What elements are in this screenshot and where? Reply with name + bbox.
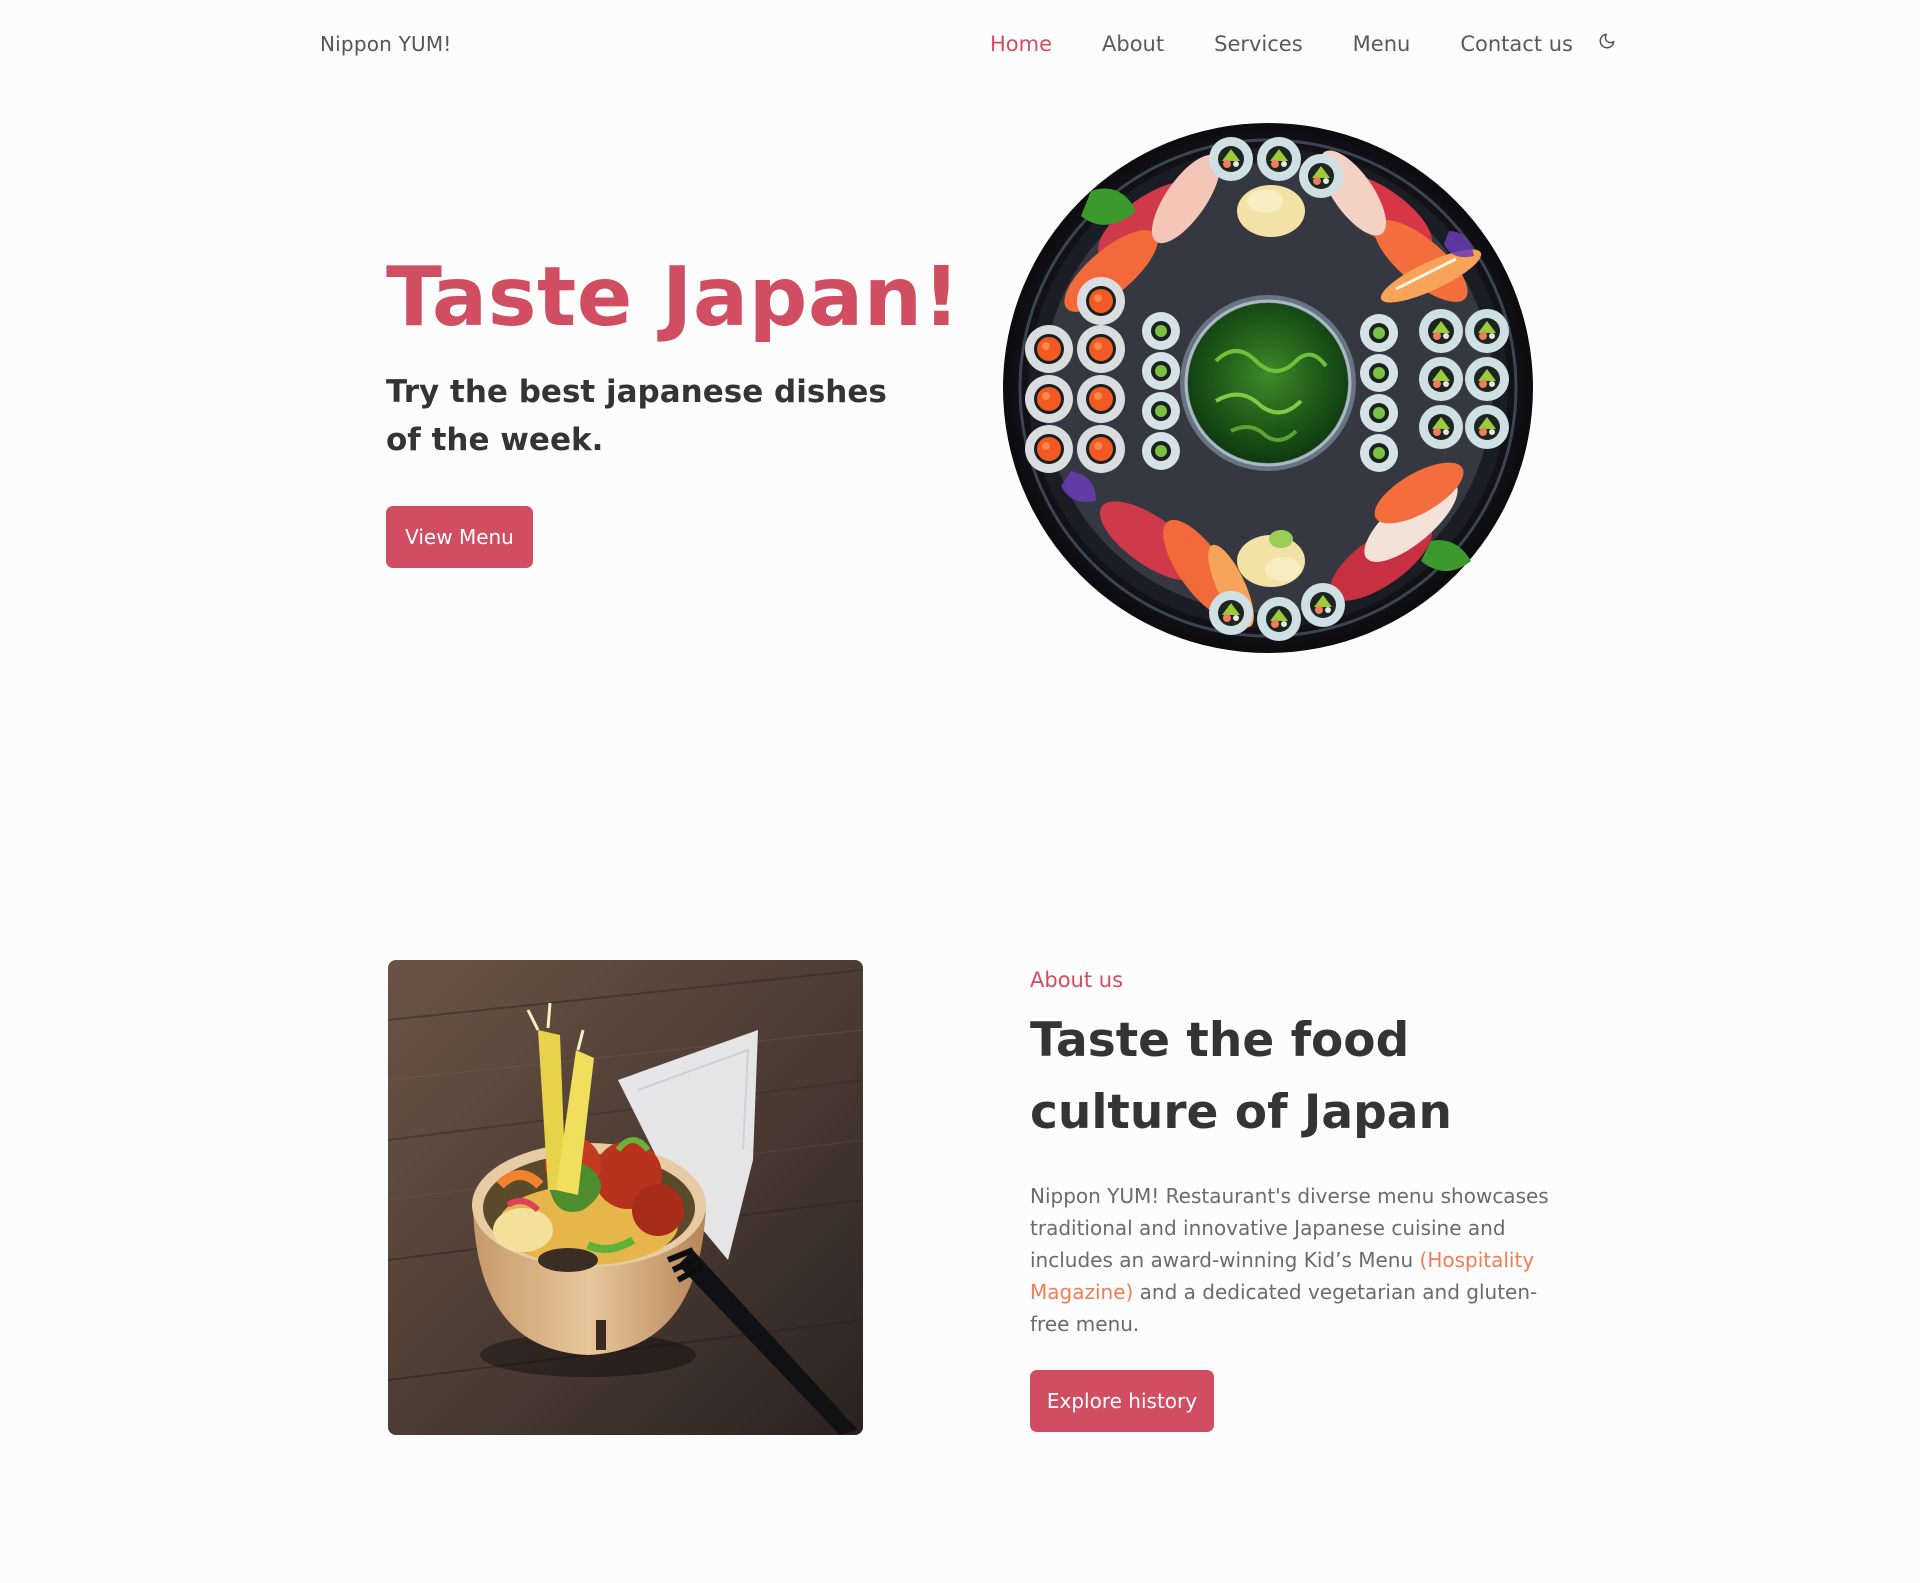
nav-contact-link[interactable]: Contact us xyxy=(1460,32,1573,56)
about-description: Nippon YUM! Restaurant's diverse menu sh… xyxy=(1030,1180,1570,1340)
view-menu-button[interactable]: View Menu xyxy=(386,506,533,568)
about-eyebrow: About us xyxy=(1030,968,1124,992)
hero-title: Taste Japan! xyxy=(386,250,961,345)
nav-about-link[interactable]: About xyxy=(1102,32,1164,56)
sushi-platter-image xyxy=(1001,121,1535,655)
moon-icon xyxy=(1599,33,1615,49)
theme-toggle-button[interactable] xyxy=(1595,29,1619,53)
explore-history-button[interactable]: Explore history xyxy=(1030,1370,1214,1432)
nav-services-link[interactable]: Services xyxy=(1214,32,1303,56)
nav-menu-link[interactable]: Menu xyxy=(1353,32,1411,56)
site-header: Nippon YUM! Home About Services Menu Con… xyxy=(0,0,1920,90)
nav-home-link[interactable]: Home xyxy=(990,32,1052,56)
brand-logo-text[interactable]: Nippon YUM! xyxy=(320,32,452,56)
main-nav: Home About Services Menu Contact us xyxy=(990,32,1619,56)
about-title: Taste the food culture of Japan xyxy=(1030,1013,1452,1140)
hero-subtitle: Try the best japanese dishes of the week… xyxy=(386,374,887,458)
bento-bowl-image xyxy=(388,960,863,1435)
